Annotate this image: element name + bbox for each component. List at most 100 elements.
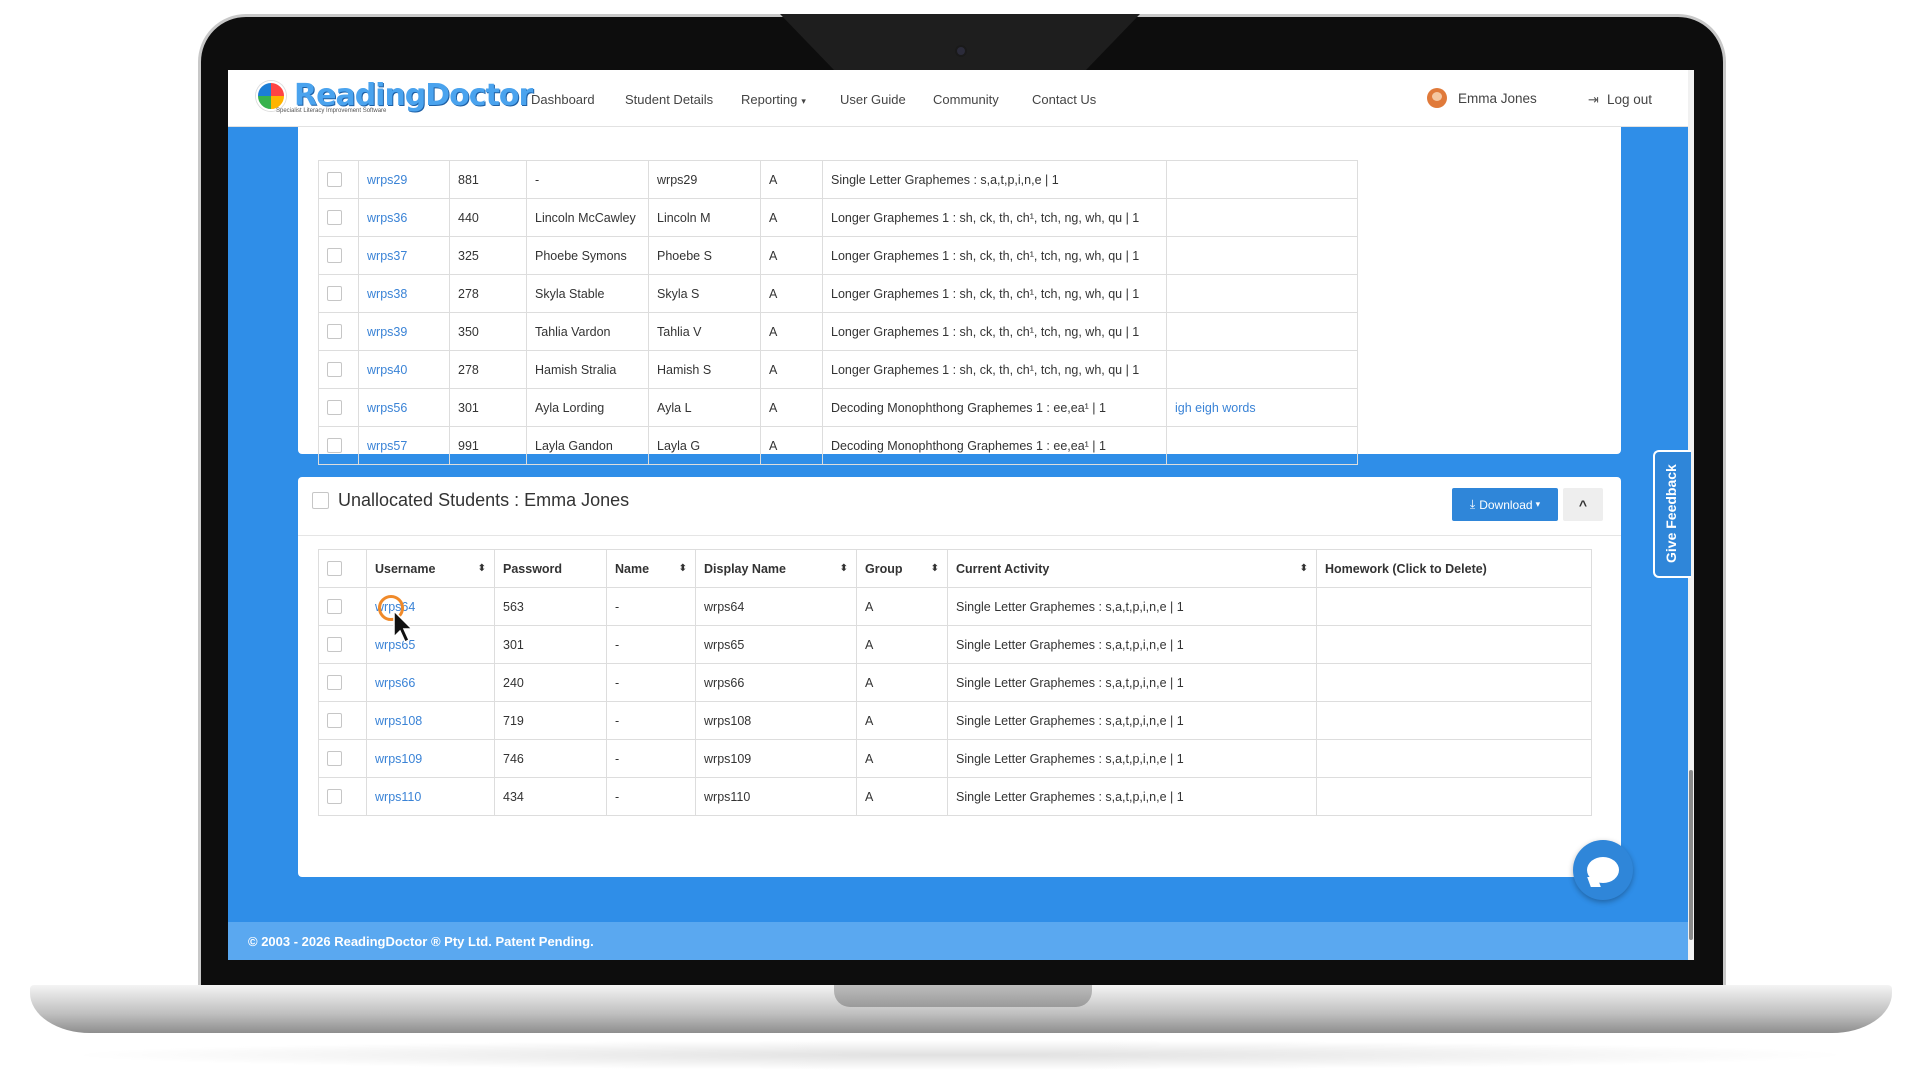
table-row: wrps64 563- wrps64 A Single Letter Graphemes… — [318, 587, 1592, 626]
cell-current-activity: Single Letter Graphemes : s,a,t,p,i,n,e … — [947, 663, 1317, 702]
row-checkbox[interactable] — [327, 400, 342, 416]
nav-reporting[interactable]: Reporting ▾ — [741, 92, 806, 107]
header-display-name[interactable]: Display Name ⬍ — [695, 549, 857, 588]
cell-current-activity-text: Longer Graphemes 1 : sh, ck, th, ch¹, tc… — [831, 324, 1140, 339]
row-checkbox[interactable] — [327, 637, 342, 653]
cell-current-activity: Longer Graphemes 1 : sh, ck, th, ch¹, tc… — [822, 274, 1167, 313]
row-checkbox[interactable] — [327, 675, 342, 691]
row-checkbox[interactable] — [327, 210, 342, 226]
cell-name: Lincoln McCawley — [526, 198, 649, 237]
scrollbar-thumb[interactable] — [1689, 770, 1693, 940]
table-header-row: Username ⬍ Password Name ⬍ Display Name ⬍ G… — [318, 549, 1592, 588]
download-button[interactable]: ⤓ Download ▾ — [1452, 488, 1558, 521]
cell-group-text: A — [769, 438, 778, 453]
give-feedback-label: Give Feedback — [1663, 464, 1679, 564]
cell-current-activity-text: Longer Graphemes 1 : sh, ck, th, ch¹, tc… — [831, 286, 1140, 301]
header-password-label: Password — [503, 561, 563, 576]
download-label: Download — [1479, 497, 1533, 512]
chat-button[interactable] — [1573, 840, 1633, 900]
collapse-button[interactable]: ^ — [1563, 488, 1603, 521]
logo-ball-icon — [256, 80, 286, 111]
nav-community[interactable]: Community — [933, 92, 999, 107]
nav-student-details[interactable]: Student Details — [625, 92, 713, 107]
cell-homework — [1166, 426, 1358, 465]
username-link[interactable]: wrps108 — [375, 714, 422, 728]
homework-link[interactable]: igh eigh words — [1175, 401, 1256, 415]
row-checkbox[interactable] — [327, 599, 342, 615]
header-name[interactable]: Name ⬍ — [606, 549, 696, 588]
cell-current-activity-text: Single Letter Graphemes : s,a,t,p,i,n,e … — [956, 713, 1184, 728]
cell-password-text: 881 — [458, 172, 479, 187]
nav-user-guide[interactable]: User Guide — [840, 92, 906, 107]
cell-homework — [1316, 701, 1592, 740]
username-link[interactable]: wrps109 — [375, 752, 422, 766]
username-link[interactable]: wrps57 — [367, 439, 407, 453]
nav-dashboard[interactable]: Dashboard — [531, 92, 595, 107]
username-link[interactable]: wrps56 — [367, 401, 407, 415]
user-name[interactable]: Emma Jones — [1458, 91, 1537, 106]
cell-username: wrps109 — [366, 739, 495, 778]
row-checkbox[interactable] — [327, 713, 342, 729]
cell-select — [318, 312, 359, 351]
row-checkbox[interactable] — [327, 789, 342, 805]
sort-icon: ⬍ — [477, 563, 486, 574]
cell-homework — [1166, 236, 1358, 275]
username-link[interactable]: wrps66 — [375, 676, 415, 690]
cell-name: Layla Gandon — [526, 426, 649, 465]
cell-display-name: wrps108 — [695, 701, 857, 740]
cell-name: - — [606, 625, 696, 664]
username-link[interactable]: wrps40 — [367, 363, 407, 377]
row-checkbox[interactable] — [327, 248, 342, 264]
header-group[interactable]: Group ⬍ — [856, 549, 948, 588]
username-link[interactable]: wrps37 — [367, 249, 407, 263]
cell-display-name: wrps66 — [695, 663, 857, 702]
row-checkbox[interactable] — [327, 324, 342, 340]
cell-group-text: A — [769, 286, 778, 301]
cell-name: Ayla Lording — [526, 388, 649, 427]
username-link[interactable]: wrps36 — [367, 211, 407, 225]
select-all-checkbox[interactable] — [327, 561, 342, 577]
row-checkbox[interactable] — [327, 172, 342, 188]
laptop-notch — [780, 14, 1140, 70]
username-link[interactable]: wrps29 — [367, 173, 407, 187]
row-checkbox[interactable] — [327, 438, 342, 454]
cell-display-name-text: Tahlia V — [657, 324, 702, 339]
cell-name: Skyla Stable — [526, 274, 649, 313]
row-checkbox[interactable] — [327, 751, 342, 767]
allocated-students-panel: wrps29 881 - wrps29 A Single Letter Graphemes… — [298, 70, 1621, 465]
nav-contact-us[interactable]: Contact Us — [1032, 92, 1096, 107]
cell-display-name: Skyla S — [648, 274, 761, 313]
cell-group-text: A — [769, 324, 778, 339]
username-link[interactable]: wrps39 — [367, 325, 407, 339]
row-checkbox[interactable] — [327, 362, 342, 378]
cell-display-name: wrps110 — [695, 777, 857, 816]
cell-group-text: A — [769, 172, 778, 187]
cell-current-activity-text: Decoding Monophthong Graphemes 1 : ee,ea… — [831, 400, 1106, 415]
select-all-panel-checkbox[interactable] — [312, 492, 329, 509]
row-checkbox[interactable] — [327, 286, 342, 302]
table-row: wrps57 991 Layla Gandon Layla G A Decoding Mo… — [318, 426, 1358, 465]
cell-display-name: wrps29 — [648, 160, 761, 199]
logout-link[interactable]: Log out — [1607, 92, 1652, 107]
table-row: wrps56 301 Ayla Lording Ayla L A Decoding Mon… — [318, 388, 1358, 427]
username-link[interactable]: wrps38 — [367, 287, 407, 301]
cell-display-name-text: Skyla S — [657, 286, 700, 301]
cell-username: wrps36 — [358, 198, 450, 237]
cell-password: 301 — [494, 625, 607, 664]
cell-display-name-text: Lincoln M — [657, 210, 711, 225]
header-current-activity[interactable]: Current Activity ⬍ — [947, 549, 1317, 588]
header-homework: Homework (Click to Delete) — [1316, 549, 1592, 588]
cell-current-activity-text: Longer Graphemes 1 : sh, ck, th, ch¹, tc… — [831, 210, 1140, 225]
username-link[interactable]: wrps110 — [375, 790, 421, 804]
cell-username: wrps56 — [358, 388, 450, 427]
table-row: wrps36 440 Lincoln McCawley Lincoln M A Longe… — [318, 198, 1358, 237]
app-screen: wrps29 881 - wrps29 A Single Letter Graphemes… — [228, 70, 1694, 960]
cell-current-activity: Longer Graphemes 1 : sh, ck, th, ch¹, tc… — [822, 198, 1167, 237]
cell-password: 719 — [494, 701, 607, 740]
cell-group-text: A — [865, 789, 874, 804]
allocated-students-table: wrps29 881 - wrps29 A Single Letter Graphemes… — [318, 160, 1358, 465]
cell-current-activity: Single Letter Graphemes : s,a,t,p,i,n,e … — [822, 160, 1167, 199]
unallocated-students-table: Username ⬍ Password Name ⬍ Display Name ⬍ G… — [318, 549, 1592, 816]
header-username[interactable]: Username ⬍ — [366, 549, 495, 588]
cell-name-text: - — [615, 675, 620, 690]
